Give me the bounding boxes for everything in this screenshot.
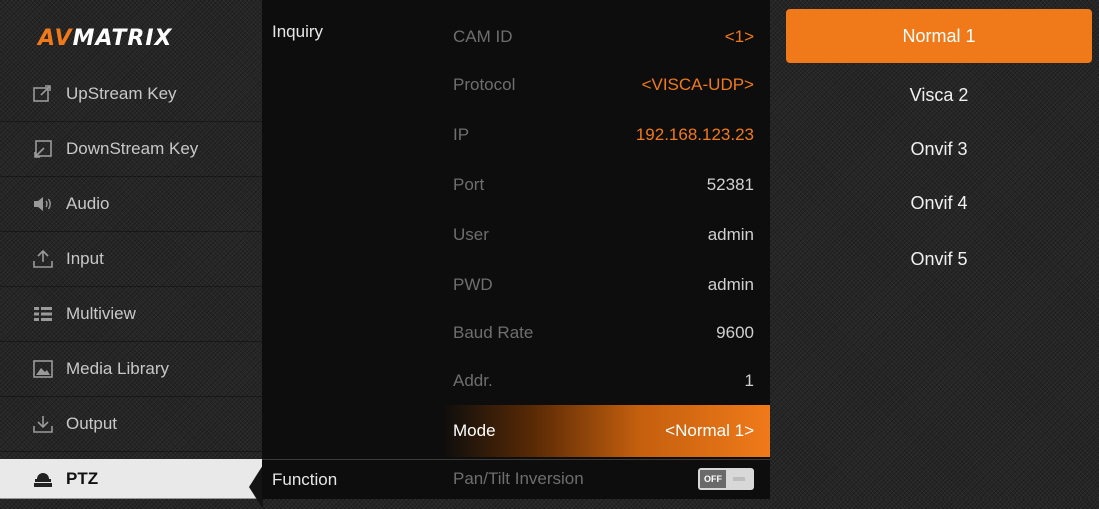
pwd-label: PWD — [453, 274, 493, 294]
protocol-label: Protocol — [453, 74, 516, 94]
avmatrix-logo: AVMATRIX — [38, 26, 173, 51]
baud-rate-row[interactable]: Baud Rate 9600 — [442, 305, 770, 360]
cam-id-row[interactable]: CAM ID <1> — [442, 9, 770, 64]
inquiry-section-label: Inquiry — [272, 22, 324, 41]
multiview-icon — [32, 304, 54, 324]
mode-label: Mode — [453, 421, 496, 440]
sidebar-item-downstream-key[interactable]: DownStream Key — [0, 122, 262, 177]
input-icon — [32, 249, 54, 269]
port-label: Port — [453, 174, 485, 194]
ptz-settings-panel: Inquiry CAM ID <1> Protocol <VISCA-UDP> … — [262, 0, 770, 499]
downstream-key-icon — [32, 139, 54, 159]
image-icon — [32, 359, 54, 379]
sidebar-item-multiview[interactable]: Multiview — [0, 287, 262, 342]
mode-preset-list: Normal 1 Visca 2 Onvif 3 Onvif 4 Onvif 5 — [786, 0, 1092, 499]
pan-tilt-inversion-label: Pan/Tilt Inversion — [453, 469, 584, 488]
user-row[interactable]: User admin — [442, 207, 770, 262]
preset-onvif-3[interactable]: Onvif 3 — [786, 122, 1092, 177]
baud-rate-label: Baud Rate — [453, 322, 534, 342]
port-value[interactable]: 52381 — [707, 175, 754, 195]
addr-value[interactable]: 1 — [745, 371, 754, 391]
sidebar-item-media-library[interactable]: Media Library — [0, 342, 262, 397]
preset-onvif-4[interactable]: Onvif 4 — [786, 176, 1092, 231]
port-row[interactable]: Port 52381 — [442, 157, 770, 212]
cam-id-value[interactable]: <1> — [725, 27, 754, 47]
addr-row[interactable]: Addr. 1 — [442, 353, 770, 408]
mode-row[interactable]: Mode <Normal 1> — [442, 405, 770, 457]
pan-tilt-inversion-toggle[interactable]: OFF — [698, 468, 754, 490]
protocol-row[interactable]: Protocol <VISCA-UDP> — [442, 57, 770, 112]
sidebar-item-label: Input — [66, 249, 104, 268]
sidebar-item-label: UpStream Key — [66, 84, 177, 103]
preset-onvif-5[interactable]: Onvif 5 — [786, 232, 1092, 287]
protocol-value[interactable]: <VISCA-UDP> — [642, 75, 754, 95]
toggle-thumb — [726, 470, 752, 488]
function-section-label: Function — [272, 470, 338, 489]
sidebar-item-ptz[interactable]: PTZ — [0, 459, 263, 509]
camera-icon — [32, 469, 54, 489]
ip-value[interactable]: 192.168.123.23 — [636, 125, 754, 145]
pwd-value[interactable]: admin — [708, 275, 754, 295]
ip-row[interactable]: IP 192.168.123.23 — [442, 107, 770, 162]
speaker-icon — [32, 194, 54, 214]
sidebar-item-label: PTZ — [66, 468, 99, 488]
user-label: User — [453, 224, 489, 244]
preset-visca-2[interactable]: Visca 2 — [786, 68, 1092, 123]
sidebar-item-label: Output — [66, 414, 118, 433]
cam-id-label: CAM ID — [453, 26, 513, 46]
addr-label: Addr. — [453, 370, 493, 390]
pan-tilt-inversion-row[interactable]: Pan/Tilt Inversion OFF — [442, 459, 770, 499]
sidebar-item-audio[interactable]: Audio — [0, 177, 262, 232]
sidebar-item-input[interactable]: Input — [0, 232, 262, 287]
baud-rate-value[interactable]: 9600 — [716, 323, 754, 343]
sidebar-item-output[interactable]: Output — [0, 397, 262, 452]
mode-value[interactable]: <Normal 1> — [665, 421, 754, 441]
sidebar-item-upstream-key[interactable]: UpStream Key — [0, 67, 262, 122]
sidebar: AVMATRIX UpStream Key DownStream Key Aud… — [0, 0, 263, 509]
output-icon — [32, 414, 54, 434]
user-value[interactable]: admin — [708, 225, 754, 245]
ip-label: IP — [453, 124, 470, 144]
sidebar-item-label: Multiview — [66, 304, 136, 323]
preset-normal-1[interactable]: Normal 1 — [786, 9, 1092, 63]
sidebar-item-label: Media Library — [66, 359, 169, 378]
pwd-row[interactable]: PWD admin — [442, 257, 770, 312]
toggle-off-label: OFF — [700, 470, 726, 488]
upstream-key-icon — [32, 84, 54, 104]
sidebar-item-label: DownStream Key — [66, 139, 199, 158]
sidebar-item-label: Audio — [66, 194, 110, 213]
